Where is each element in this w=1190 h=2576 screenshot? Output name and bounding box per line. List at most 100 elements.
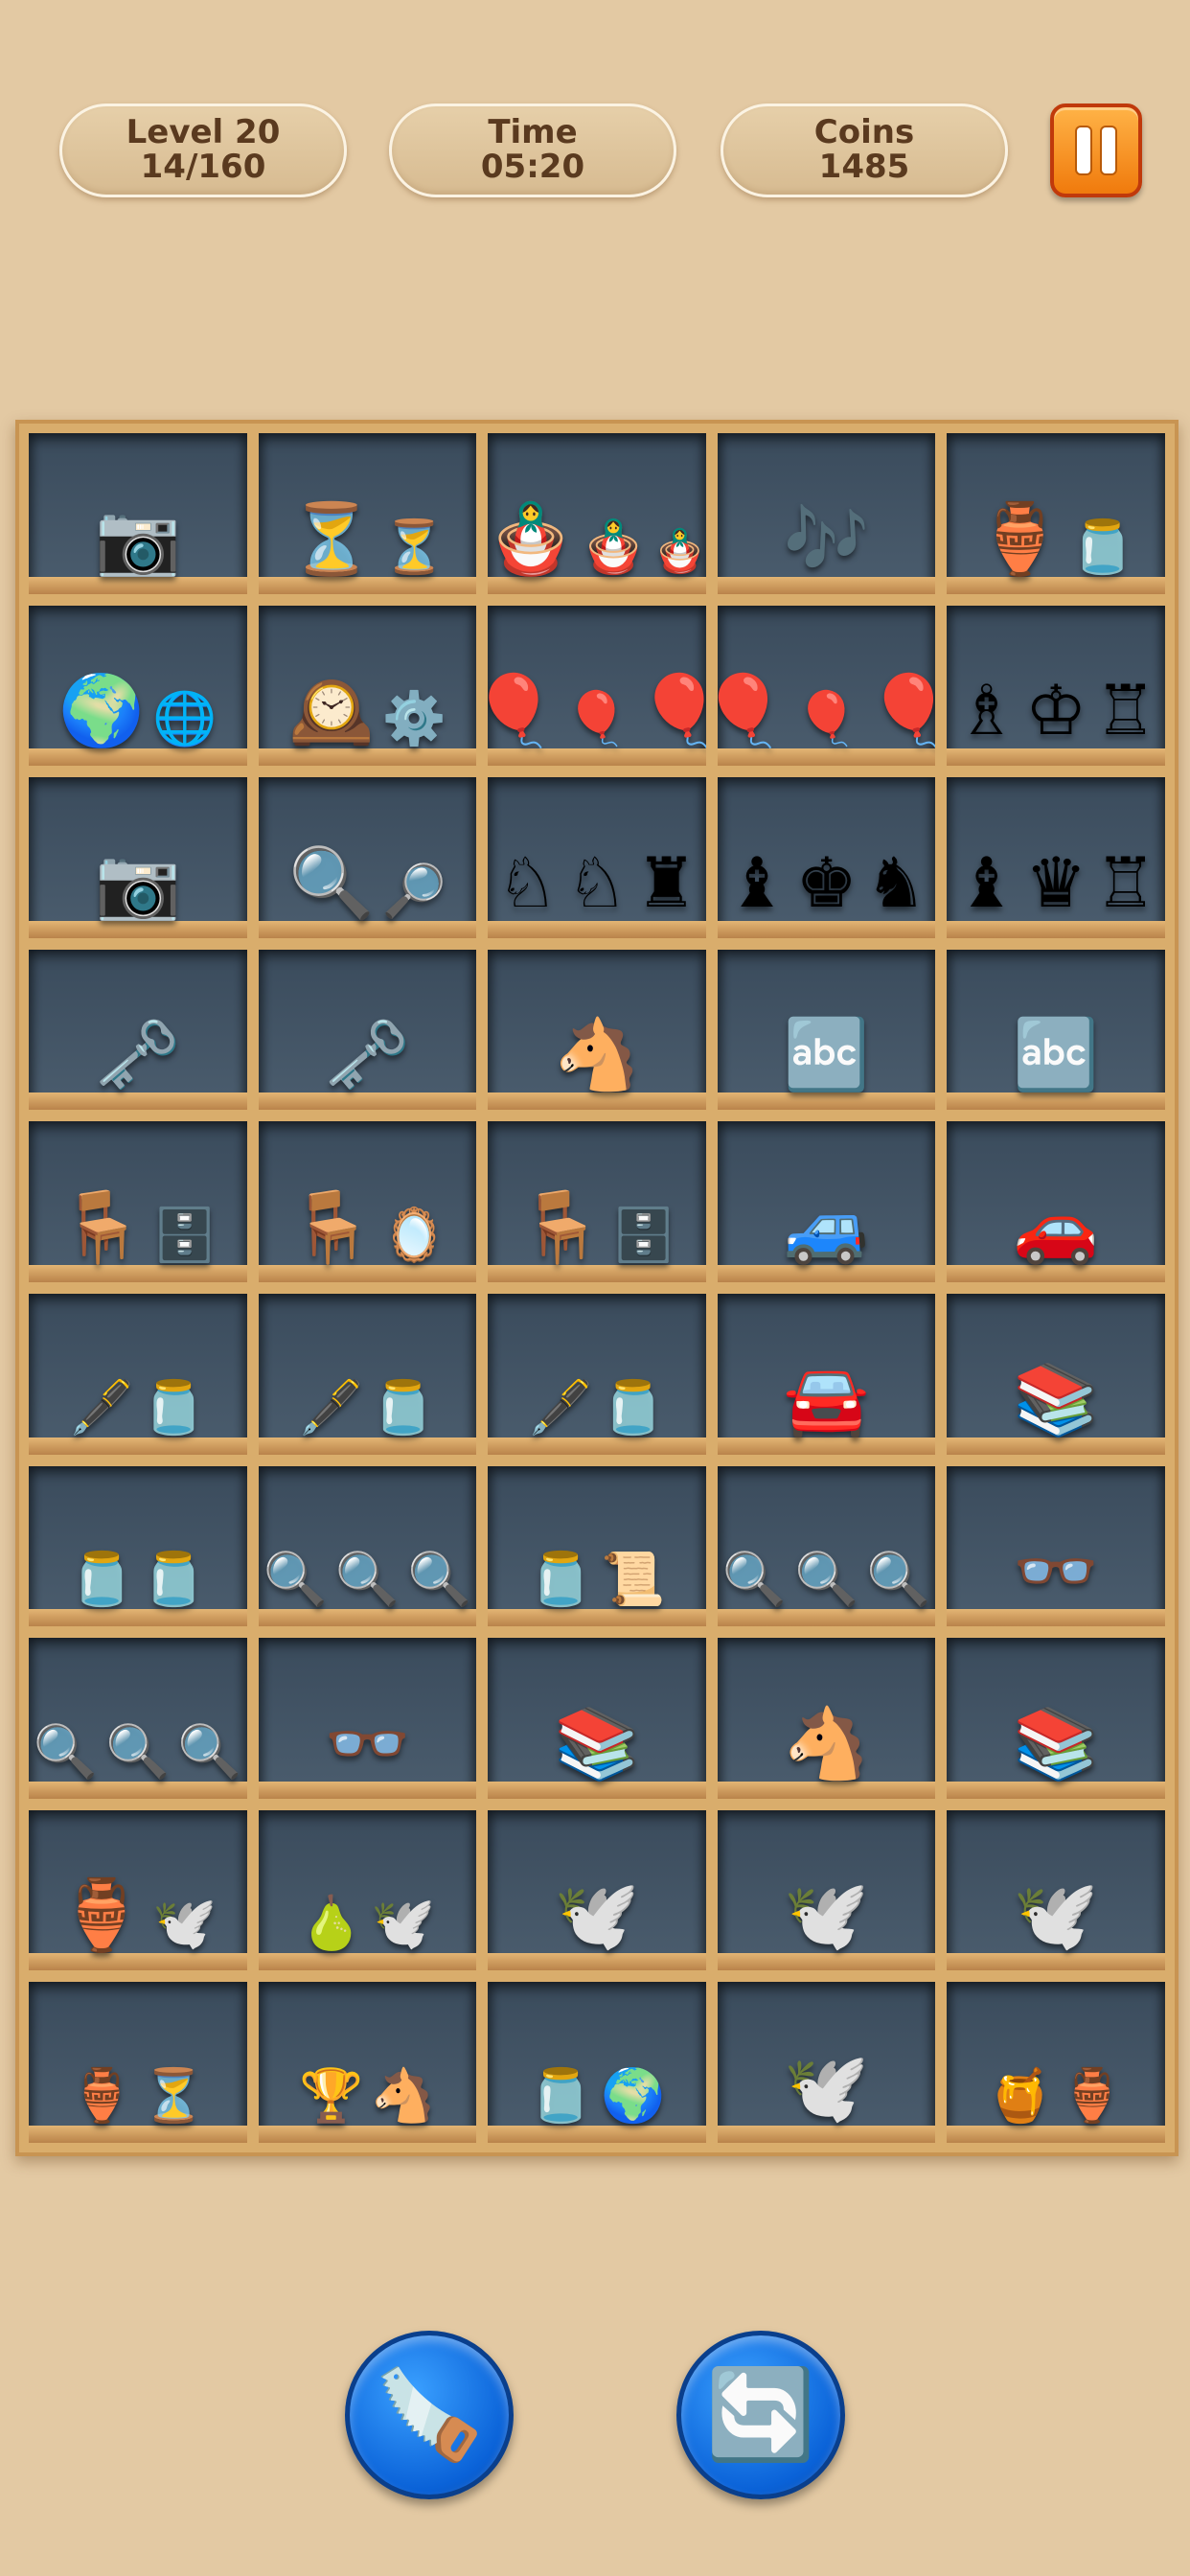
globe-small-icon[interactable]: 🌐 <box>152 693 217 745</box>
rocking-horse-icon[interactable]: 🐴 <box>784 1709 870 1778</box>
painted-pot-icon[interactable]: 🍯 <box>988 2070 1052 2122</box>
hot-air-balloon-small-icon[interactable]: 🎈 <box>794 693 858 745</box>
magnifier-icon[interactable]: 🔍 <box>407 1553 471 1605</box>
ink-bottle-red-icon[interactable]: 🫙 <box>70 1553 134 1605</box>
magnifier-icon[interactable]: 🔍 <box>105 1725 170 1778</box>
nesting-doll-small-icon[interactable]: 🪆 <box>653 530 706 573</box>
nesting-doll-icon[interactable]: 🪆 <box>488 504 574 573</box>
key-ring-icon[interactable]: 🗝️ <box>95 1020 181 1089</box>
magnifier-stand-icon[interactable]: 🔍 <box>288 848 375 917</box>
ink-bottle-blue-icon[interactable]: 🫙 <box>371 1381 435 1434</box>
old-books-icon[interactable]: 📚 <box>554 1709 640 1778</box>
shelf-cell: 🪆 🪆 🪆 <box>488 433 706 594</box>
bird-whistle-icon[interactable]: 🕊️ <box>371 1898 435 1949</box>
green-vase-icon[interactable]: 🍐 <box>299 1898 363 1949</box>
magnifier-small-icon[interactable]: 🔎 <box>382 864 446 917</box>
yellow-vintage-car-icon[interactable]: 🚙 <box>784 1192 870 1261</box>
ink-bottle-icon[interactable]: 🖋️ <box>70 1381 134 1434</box>
pause-button[interactable] <box>1050 104 1142 197</box>
brass-camera-icon[interactable]: 📷 <box>95 848 181 917</box>
blue-flower-whistle-icon[interactable]: 🕊️ <box>784 1880 870 1949</box>
clay-vase-icon[interactable]: 🏺 <box>58 1880 145 1949</box>
magnifier-icon[interactable]: 🔍 <box>263 1553 328 1605</box>
globe-icon[interactable]: 🌍 <box>58 676 145 745</box>
magnifier-icon[interactable]: 🔍 <box>866 1553 930 1605</box>
chainsaw-tool-button[interactable]: 🪚 <box>345 2331 514 2499</box>
hourglass-small-icon[interactable]: ⏳ <box>382 520 446 573</box>
chess-rook-dark-icon[interactable]: ♜ <box>635 848 698 917</box>
rocking-horse-small-icon[interactable]: 🐴 <box>371 2070 435 2122</box>
shuffle-tool-button[interactable]: 🔄 <box>676 2331 845 2499</box>
porcelain-jar-icon[interactable]: 🫙 <box>1070 520 1134 573</box>
chess-rook-white-icon[interactable]: ♖ <box>1094 848 1156 917</box>
abc-blocks-icon[interactable]: 🔤 <box>784 1020 870 1089</box>
chess-bishop-dark-icon[interactable]: ♝ <box>955 848 1018 917</box>
chess-knight-dark-icon[interactable]: ♞ <box>865 848 927 917</box>
magnifier-icon[interactable]: 🔍 <box>177 1725 241 1778</box>
blue-white-jar-icon[interactable]: 🫙 <box>529 2070 593 2122</box>
hot-air-balloon-icon[interactable]: 🎈 <box>718 676 787 745</box>
chess-bishop-dark-icon[interactable]: ♝ <box>726 848 789 917</box>
teal-bird-whistle-icon[interactable]: 🕊️ <box>784 2053 870 2122</box>
old-books-icon[interactable]: 📚 <box>1013 1365 1099 1434</box>
ink-bottle-icon[interactable]: 🖋️ <box>299 1381 363 1434</box>
painted-bird-whistle-icon[interactable]: 🕊️ <box>554 1880 640 1949</box>
spectacles-icon[interactable]: 👓 <box>1013 1536 1099 1605</box>
blue-vintage-car-icon[interactable]: 🚘 <box>784 1365 870 1434</box>
hourglass-icon[interactable]: ⏳ <box>142 2070 206 2122</box>
armchair-icon[interactable]: 🪑 <box>58 1192 145 1261</box>
shelf-cell: 🔍 🔍 🔍 <box>717 1465 936 1627</box>
chess-king-dark-icon[interactable]: ♚ <box>795 848 858 917</box>
magnifier-icon[interactable]: 🔍 <box>34 1725 98 1778</box>
vanity-dresser-icon[interactable]: 🪞 <box>382 1209 446 1261</box>
magnifier-icon[interactable]: 🔍 <box>794 1553 858 1605</box>
shelf-cell: 📷 <box>29 777 247 938</box>
shelf-cell: 🔍 🔍 🔍 <box>258 1465 477 1627</box>
shelf-cell: ♝ ♚ ♞ <box>717 777 936 938</box>
ink-bottle-green-icon[interactable]: 🫙 <box>529 1553 593 1605</box>
pocket-watch-icon[interactable]: 🕰️ <box>288 676 375 745</box>
ink-bottle-blue-icon[interactable]: 🫙 <box>601 1381 665 1434</box>
old-books-icon[interactable]: 📚 <box>1013 1709 1099 1778</box>
scroll-icon[interactable]: 📜 <box>601 1553 665 1605</box>
pocket-watch-gears-icon[interactable]: ⚙️ <box>382 693 446 745</box>
magnifier-icon[interactable]: 🔍 <box>335 1553 400 1605</box>
rocking-horse-icon[interactable]: 🐴 <box>554 1020 640 1089</box>
nesting-doll-medium-icon[interactable]: 🪆 <box>582 520 646 573</box>
red-flower-whistle-icon[interactable]: 🕊️ <box>1013 1880 1099 1949</box>
hot-air-balloon-blue-icon[interactable]: 🎈 <box>866 676 935 745</box>
globe-icon[interactable]: 🌍 <box>601 2070 665 2122</box>
bud-vase-icon[interactable]: 🏺 <box>1060 2070 1124 2122</box>
hourglass-icon[interactable]: ⏳ <box>288 504 375 573</box>
hot-air-balloon-blue-icon[interactable]: 🎈 <box>637 676 706 745</box>
chess-queen-dark-icon[interactable]: ♛ <box>1025 848 1087 917</box>
chess-knight-white-icon[interactable]: ♘ <box>496 848 559 917</box>
chess-rook-white-icon[interactable]: ♖ <box>1094 676 1156 745</box>
chess-knight-white-icon[interactable]: ♘ <box>566 848 629 917</box>
spectacles-icon[interactable]: 👓 <box>325 1709 411 1778</box>
hot-air-balloon-icon[interactable]: 🎈 <box>488 676 557 745</box>
key-ring-icon[interactable]: 🗝️ <box>325 1020 411 1089</box>
abc-blocks-icon[interactable]: 🔤 <box>1013 1020 1099 1089</box>
shelf-cell: 🔍 🔍 🔍 <box>29 1638 247 1799</box>
pause-icon <box>1077 127 1090 173</box>
ink-bottle-icon[interactable]: 🖋️ <box>529 1381 593 1434</box>
chest-of-drawers-icon[interactable]: 🗄️ <box>611 1209 675 1261</box>
hot-air-balloon-small-icon[interactable]: 🎈 <box>564 693 629 745</box>
bird-whistle-icon[interactable]: 🕊️ <box>152 1898 217 1949</box>
ink-bottle-dark-icon[interactable]: 🫙 <box>142 1381 206 1434</box>
wooden-chair-icon[interactable]: 🪑 <box>518 1192 605 1261</box>
blue-white-vase-icon[interactable]: 🏺 <box>70 2070 134 2122</box>
angel-figurine-icon[interactable]: 🏆 <box>299 2070 363 2122</box>
red-chair-icon[interactable]: 🪑 <box>288 1192 375 1261</box>
red-vintage-car-icon[interactable]: 🚗 <box>1013 1192 1099 1261</box>
shelf-cell: 🕊️ <box>488 1809 706 1971</box>
chess-king-white-icon[interactable]: ♔ <box>1025 676 1087 745</box>
music-box-icon[interactable]: 🎶 <box>784 504 870 573</box>
dresser-icon[interactable]: 🗄️ <box>152 1209 217 1261</box>
magnifier-icon[interactable]: 🔍 <box>722 1553 787 1605</box>
ink-bottle-brown-icon[interactable]: 🫙 <box>142 1553 206 1605</box>
painted-jar-icon[interactable]: 🏺 <box>977 504 1064 573</box>
vintage-camera-icon[interactable]: 📷 <box>95 504 181 573</box>
chess-bishop-white-icon[interactable]: ♗ <box>955 676 1018 745</box>
